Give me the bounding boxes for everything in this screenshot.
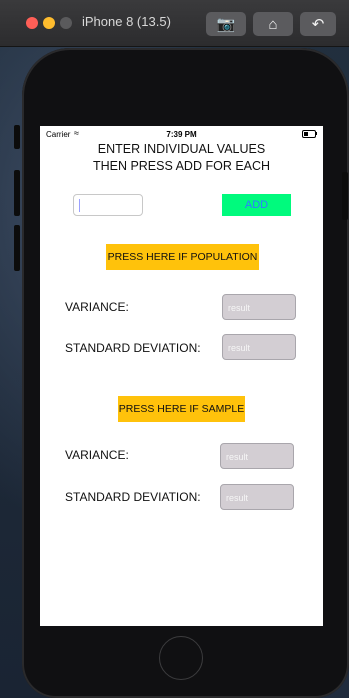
mute-switch[interactable] [14,125,20,149]
sample-stddev-field[interactable]: result [220,484,294,510]
volume-down-button[interactable] [14,225,20,271]
clock: 7:39 PM [166,130,197,139]
close-window-button[interactable] [26,17,38,29]
sample-stddev-label: STANDARD DEVIATION: [65,490,201,504]
instructions-line-1: ENTER INDIVIDUAL VALUES [97,142,266,156]
home-button[interactable] [159,636,203,680]
phone-screen: Carrier ≈ 7:39 PM ENTER INDIVIDUAL VALUE… [40,126,323,626]
minimize-window-button[interactable] [43,17,55,29]
population-stddev-label: STANDARD DEVIATION: [65,341,201,355]
value-input[interactable] [73,194,143,216]
sample-variance-label: VARIANCE: [65,448,129,462]
home-toolbar-button[interactable]: ⌂ [253,12,293,36]
screenshot-icon: 📷 [216,16,236,33]
home-icon: ⌂ [268,15,278,33]
instructions: ENTER INDIVIDUAL VALUES THEN PRESS ADD F… [40,141,323,175]
population-variance-field[interactable]: result [222,294,296,320]
battery-icon [302,130,316,138]
population-button[interactable]: PRESS HERE IF POPULATION [106,244,259,270]
window-title: iPhone 8 (13.5) [82,14,171,29]
add-button[interactable]: ADD [222,194,291,216]
rotate-button[interactable]: ↶ [300,12,336,36]
rotate-icon: ↶ [311,16,325,33]
sample-button[interactable]: PRESS HERE IF SAMPLE [118,396,245,422]
instructions-line-2: THEN PRESS ADD FOR EACH [92,159,271,173]
text-cursor [79,199,80,212]
status-bar: Carrier ≈ 7:39 PM [40,126,323,142]
screenshot-button[interactable]: 📷 [206,12,246,36]
zoom-window-button[interactable] [60,17,72,29]
simulator-title-bar: iPhone 8 (13.5) 📷 ⌂ ↶ [0,0,349,47]
battery-tip [316,132,317,135]
volume-up-button[interactable] [14,170,20,216]
power-button[interactable] [342,172,348,220]
population-stddev-field[interactable]: result [222,334,296,360]
population-variance-label: VARIANCE: [65,300,129,314]
sample-variance-field[interactable]: result [220,443,294,469]
